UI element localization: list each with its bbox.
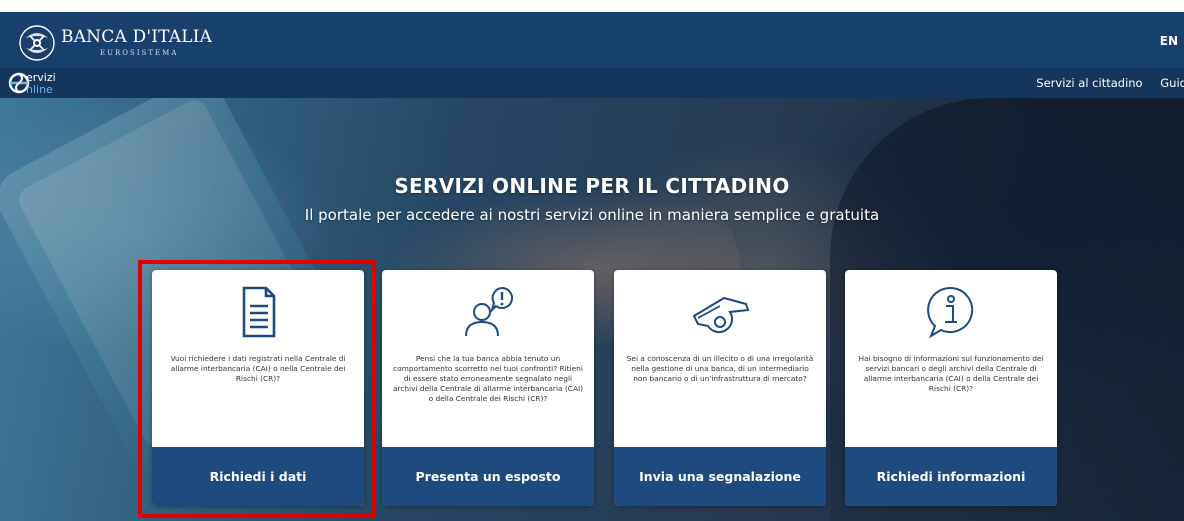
service-card-presenta-esposto[interactable]: Pensi che la tua banca abbia tenuto un c…	[382, 270, 594, 506]
language-switch[interactable]: EN	[1160, 34, 1178, 48]
person-alert-icon	[465, 286, 513, 337]
card-description: Hai bisogno di informazioni sul funziona…	[858, 354, 1044, 393]
whistle-icon	[692, 296, 750, 333]
selection-highlight-box	[138, 260, 376, 518]
servizi-online-logo[interactable]: ervizi nline	[8, 71, 98, 97]
info-bubble-icon	[927, 286, 974, 339]
nav-link-guida[interactable]: Guida	[1160, 76, 1184, 90]
hero-subtitle: Il portale per accedere ai nostri serviz…	[304, 206, 880, 224]
presenta-esposto-button[interactable]: Presenta un esposto	[382, 447, 594, 506]
servizi-online-word2: nline	[26, 83, 53, 96]
site-header: BANCA D'ITALIA EUROSISTEMA EN	[0, 12, 1184, 68]
logo-subtitle: EUROSISTEMA	[100, 49, 179, 57]
nav-link-servizi-cittadino[interactable]: Servizi al cittadino	[1036, 76, 1142, 90]
service-card-richiedi-informazioni[interactable]: Hai bisogno di informazioni sul funziona…	[845, 270, 1057, 506]
card-description: Sei a conoscenza di un illecito o di una…	[626, 354, 814, 383]
nav-links: Servizi al cittadino Guida	[1022, 76, 1184, 90]
invia-segnalazione-button[interactable]: Invia una segnalazione	[614, 447, 826, 506]
services-navbar: ervizi nline Servizi al cittadino Guida	[0, 68, 1184, 98]
banca-italia-logo[interactable]: BANCA D'ITALIA EUROSISTEMA	[18, 24, 1018, 64]
banca-italia-emblem-icon	[19, 25, 55, 61]
hero-title: SERVIZI ONLINE PER IL CITTADINO	[394, 174, 790, 198]
top-strip	[0, 0, 1184, 12]
richiedi-informazioni-button[interactable]: Richiedi informazioni	[845, 447, 1057, 506]
service-card-invia-segnalazione[interactable]: Sei a conoscenza di un illecito o di una…	[614, 270, 826, 506]
card-description: Pensi che la tua banca abbia tenuto un c…	[392, 354, 584, 403]
logo-name: BANCA D'ITALIA	[61, 27, 213, 47]
